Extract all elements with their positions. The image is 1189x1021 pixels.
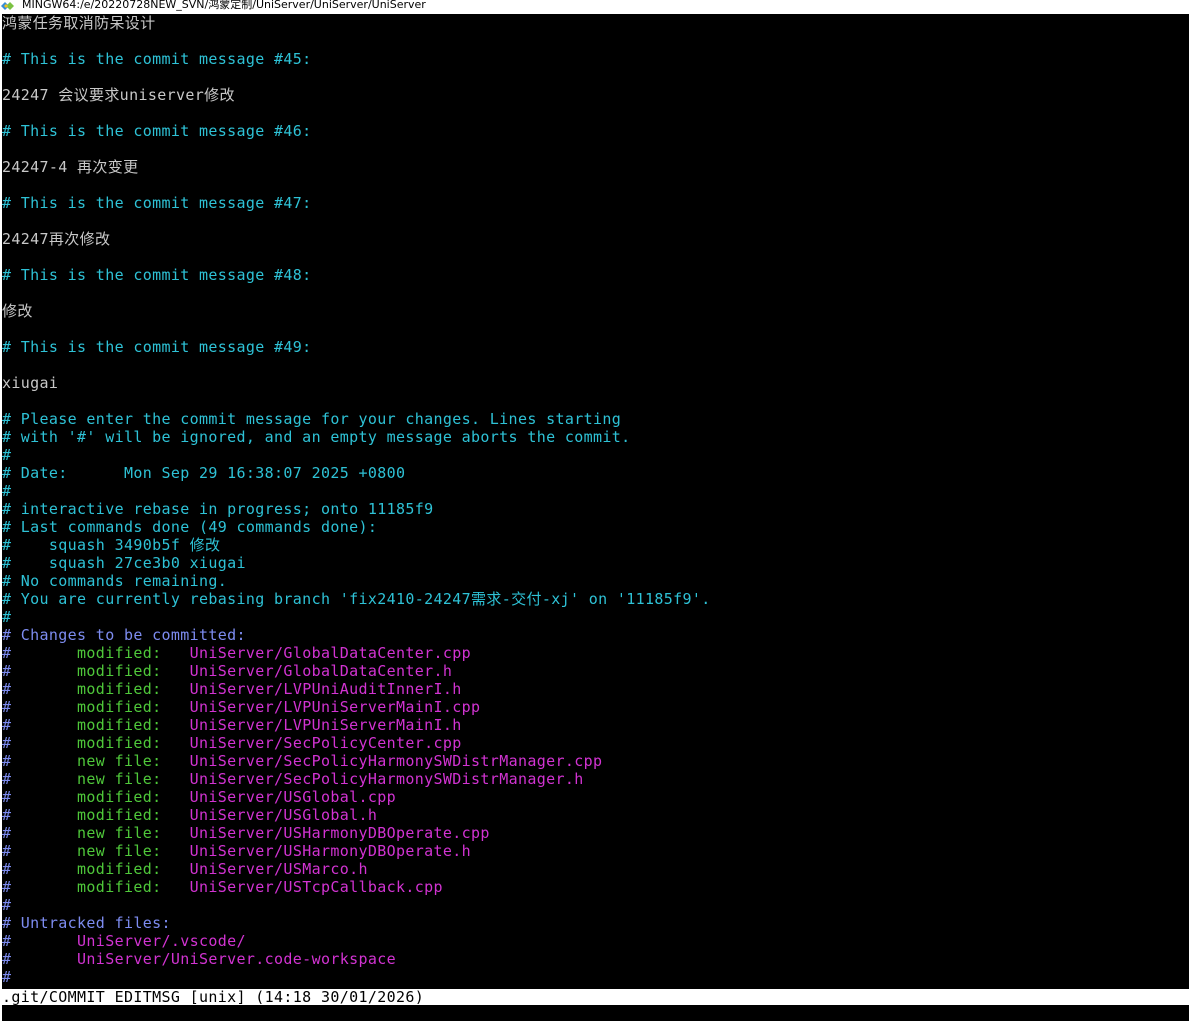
comment-line: #: [2, 446, 12, 464]
comment-line: # This is the commit message #46:: [2, 122, 312, 140]
file-status: modified:: [77, 698, 190, 716]
file-path: UniServer/.vscode/: [77, 932, 246, 950]
comment-line: # squash 27ce3b0 xiugai: [2, 554, 246, 572]
comment-line: # This is the commit message #45:: [2, 50, 312, 68]
file-path: UniServer/LVPUniServerMainI.h: [189, 716, 462, 734]
staged-file-line: # modified: UniServer/USMarco.h: [2, 860, 368, 878]
file-status: modified:: [77, 644, 190, 662]
staged-file-line: # modified: UniServer/USTcpCallback.cpp: [2, 878, 443, 896]
comment-line: # interactive rebase in progress; onto 1…: [2, 500, 434, 518]
comment-line: # You are currently rebasing branch 'fix…: [2, 590, 711, 608]
mingw-terminal-icon: [0, 0, 18, 13]
file-path: UniServer/LVPUniServerMainI.cpp: [189, 698, 481, 716]
file-path: UniServer/USHarmonyDBOperate.h: [189, 842, 472, 860]
untracked-file-line: # UniServer/UniServer.code-workspace: [2, 950, 396, 968]
staged-file-line: # new file: UniServer/SecPolicyHarmonySW…: [2, 770, 584, 788]
file-status: modified:: [77, 716, 190, 734]
file-status: modified:: [77, 680, 190, 698]
staged-file-line: # modified: UniServer/LVPUniServerMainI.…: [2, 716, 462, 734]
staged-file-line: # new file: UniServer/SecPolicyHarmonySW…: [2, 752, 602, 770]
comment-line: # Untracked files:: [2, 914, 171, 932]
comment-prefix: #: [2, 788, 78, 806]
command-line[interactable]: [2, 1005, 1189, 1021]
comment-prefix: #: [2, 752, 78, 770]
staged-file-line: # modified: UniServer/LVPUniServerMainI.…: [2, 698, 480, 716]
staged-file-line: # modified: UniServer/SecPolicyCenter.cp…: [2, 734, 462, 752]
comment-line: #: [2, 482, 12, 500]
comment-prefix: #: [2, 878, 78, 896]
comment-line: # This is the commit message #47:: [2, 194, 312, 212]
comment-line: # Last commands done (49 commands done):: [2, 518, 378, 536]
file-status: modified:: [77, 734, 190, 752]
comment-prefix: #: [2, 770, 78, 788]
file-status: modified:: [77, 662, 190, 680]
comment-prefix: #: [2, 842, 78, 860]
comment-prefix: #: [2, 716, 78, 734]
file-status: new file:: [77, 752, 190, 770]
file-path: UniServer/GlobalDataCenter.h: [189, 662, 453, 680]
comment-prefix: #: [2, 932, 78, 950]
comment-prefix: #: [2, 806, 78, 824]
untracked-file-line: # UniServer/.vscode/: [2, 932, 246, 950]
file-path: UniServer/SecPolicyHarmonySWDistrManager…: [189, 752, 603, 770]
comment-line: # Date: Mon Sep 29 16:38:07 2025 +0800: [2, 464, 406, 482]
staged-file-line: # new file: UniServer/USHarmonyDBOperate…: [2, 842, 471, 860]
comment-prefix: #: [2, 644, 78, 662]
comment-prefix: #: [2, 860, 78, 878]
comment-line: # Changes to be committed:: [2, 626, 246, 644]
file-path: UniServer/UniServer.code-workspace: [77, 950, 396, 968]
file-status: modified:: [77, 806, 190, 824]
comment-line: # squash 3490b5f 修改: [2, 536, 221, 554]
comment-prefix: #: [2, 680, 78, 698]
message-line: 24247-4 再次变更: [2, 158, 139, 176]
staged-file-line: # new file: UniServer/USHarmonyDBOperate…: [2, 824, 490, 842]
comment-prefix: #: [2, 824, 78, 842]
comment-line: #: [2, 896, 12, 914]
file-path: UniServer/USMarco.h: [189, 860, 368, 878]
staged-file-line: # modified: UniServer/USGlobal.cpp: [2, 788, 396, 806]
comment-line: # with '#' will be ignored, and an empty…: [2, 428, 631, 446]
comment-line: #: [2, 608, 12, 626]
file-path: UniServer/USGlobal.cpp: [189, 788, 397, 806]
file-status: modified:: [77, 878, 190, 896]
window-title: MINGW64:/e/20220728NEW_SVN/鸿蒙定制/UniServe…: [22, 0, 426, 11]
message-line: 24247 会议要求uniserver修改: [2, 86, 235, 104]
file-path: UniServer/GlobalDataCenter.cpp: [189, 644, 472, 662]
staged-file-line: # modified: UniServer/GlobalDataCenter.h: [2, 662, 452, 680]
message-line: 修改: [2, 302, 33, 320]
staged-file-line: # modified: UniServer/USGlobal.h: [2, 806, 377, 824]
file-status: new file:: [77, 842, 190, 860]
comment-line: # This is the commit message #48:: [2, 266, 312, 284]
message-line: xiugai: [2, 374, 59, 392]
file-status: modified:: [77, 788, 190, 806]
comment-prefix: #: [2, 698, 78, 716]
file-path: UniServer/SecPolicyHarmonySWDistrManager…: [189, 770, 584, 788]
file-status: new file:: [77, 770, 190, 788]
file-path: UniServer/USHarmonyDBOperate.cpp: [189, 824, 490, 842]
comment-line: #: [2, 968, 12, 986]
vim-statusline: .git/COMMIT_EDITMSG [unix] (14:18 30/01/…: [2, 989, 1189, 1005]
comment-prefix: #: [2, 662, 78, 680]
window-titlebar: MINGW64:/e/20220728NEW_SVN/鸿蒙定制/UniServe…: [0, 0, 1189, 14]
message-line: 鸿蒙任务取消防呆设计: [2, 14, 156, 32]
file-status: new file:: [77, 824, 190, 842]
staged-file-line: # modified: UniServer/LVPUniAuditInnerI.…: [2, 680, 462, 698]
comment-line: # No commands remaining.: [2, 572, 228, 590]
editor-buffer[interactable]: 鸿蒙任务取消防呆设计 # This is the commit message #…: [2, 14, 1189, 989]
comment-line: # This is the commit message #49:: [2, 338, 312, 356]
comment-prefix: #: [2, 950, 78, 968]
file-path: UniServer/USTcpCallback.cpp: [189, 878, 443, 896]
comment-line: # Please enter the commit message for yo…: [2, 410, 622, 428]
file-path: UniServer/LVPUniAuditInnerI.h: [189, 680, 462, 698]
file-path: UniServer/SecPolicyCenter.cpp: [189, 734, 462, 752]
file-path: UniServer/USGlobal.h: [189, 806, 378, 824]
file-status: modified:: [77, 860, 190, 878]
message-line: 24247再次修改: [2, 230, 111, 248]
comment-prefix: #: [2, 734, 78, 752]
staged-file-line: # modified: UniServer/GlobalDataCenter.c…: [2, 644, 471, 662]
